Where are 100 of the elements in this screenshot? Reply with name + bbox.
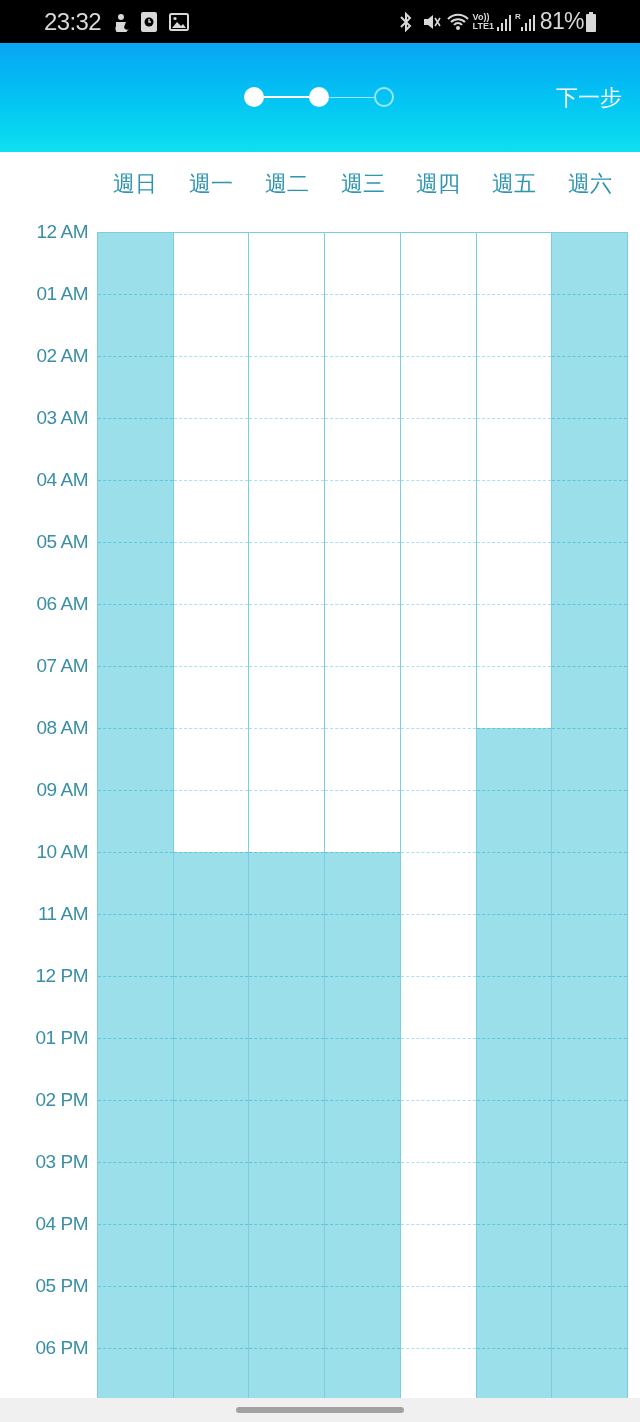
time-slot[interactable] — [98, 1100, 173, 1162]
time-slot[interactable] — [552, 604, 628, 666]
time-slot[interactable] — [173, 1162, 249, 1224]
time-slot[interactable] — [249, 1286, 325, 1348]
time-slot[interactable] — [98, 356, 173, 418]
time-slot[interactable] — [98, 852, 173, 914]
time-slot[interactable] — [476, 1224, 552, 1286]
time-slot[interactable] — [325, 1100, 400, 1162]
wifi-icon — [446, 11, 469, 32]
time-slot[interactable] — [552, 790, 628, 852]
time-slot[interactable] — [173, 852, 249, 914]
time-slot[interactable] — [552, 1286, 628, 1348]
time-slot[interactable] — [552, 480, 628, 542]
time-slot[interactable] — [476, 1348, 552, 1398]
lte-label: LTE1 — [472, 21, 494, 31]
time-slot[interactable] — [173, 1224, 249, 1286]
time-slot[interactable] — [98, 542, 173, 604]
time-slot[interactable] — [325, 914, 400, 976]
time-slot[interactable] — [552, 418, 628, 480]
time-slot[interactable] — [98, 294, 173, 356]
time-slot[interactable] — [98, 1348, 173, 1398]
time-label: 04 AM — [36, 467, 88, 492]
time-slot[interactable] — [325, 852, 400, 914]
time-label: 03 PM — [35, 1149, 88, 1174]
time-label: 06 AM — [36, 591, 88, 616]
time-slot[interactable] — [476, 1038, 552, 1100]
time-slot[interactable] — [552, 356, 628, 418]
time-slot[interactable] — [98, 914, 173, 976]
time-slot[interactable] — [98, 976, 173, 1038]
time-slot[interactable] — [249, 976, 325, 1038]
time-slot[interactable] — [476, 976, 552, 1038]
time-slot[interactable] — [552, 914, 628, 976]
time-slot[interactable] — [98, 790, 173, 852]
time-slot[interactable] — [173, 1100, 249, 1162]
time-slot[interactable] — [325, 1038, 400, 1100]
time-label: 02 AM — [36, 343, 88, 368]
bluetooth-icon — [398, 11, 413, 32]
time-slot[interactable] — [98, 1224, 173, 1286]
time-label: 02 PM — [35, 1087, 88, 1112]
time-slot[interactable] — [325, 1348, 400, 1398]
day-label: 週二 — [264, 170, 309, 198]
image-icon — [169, 12, 190, 31]
time-slot[interactable] — [98, 1038, 173, 1100]
signal-icon — [495, 12, 512, 31]
time-slot[interactable] — [249, 914, 325, 976]
battery-icon — [586, 11, 596, 32]
time-label: 09 AM — [36, 777, 88, 802]
time-slot[interactable] — [325, 976, 400, 1038]
time-slot[interactable] — [325, 1286, 400, 1348]
next-button[interactable]: 下一步 — [554, 81, 624, 114]
time-slot[interactable] — [98, 666, 173, 728]
time-slot[interactable] — [249, 1100, 325, 1162]
time-slot[interactable] — [476, 728, 552, 790]
time-slot[interactable] — [476, 852, 552, 914]
time-slot[interactable] — [173, 914, 249, 976]
time-slot[interactable] — [552, 666, 628, 728]
time-slot[interactable] — [98, 1162, 173, 1224]
time-slot[interactable] — [552, 1100, 628, 1162]
time-label: 08 AM — [36, 715, 88, 740]
time-slot[interactable] — [552, 976, 628, 1038]
time-slot[interactable] — [173, 1348, 249, 1398]
time-slot[interactable] — [552, 852, 628, 914]
time-slot[interactable] — [476, 1162, 552, 1224]
time-slot[interactable] — [249, 1162, 325, 1224]
day-label: 週一 — [188, 170, 233, 198]
time-slot[interactable] — [249, 1348, 325, 1398]
time-slot[interactable] — [552, 1348, 628, 1398]
time-slot[interactable] — [552, 1224, 628, 1286]
time-slot[interactable] — [476, 1100, 552, 1162]
time-slot[interactable] — [476, 914, 552, 976]
time-slot[interactable] — [173, 1286, 249, 1348]
time-slot[interactable] — [476, 1286, 552, 1348]
time-slot[interactable] — [173, 976, 249, 1038]
time-label: 01 PM — [35, 1025, 88, 1050]
time-slot[interactable] — [325, 1224, 400, 1286]
time-slot[interactable] — [98, 604, 173, 666]
time-slot[interactable] — [552, 1038, 628, 1100]
time-slot[interactable] — [552, 232, 628, 294]
step-connector — [264, 96, 309, 98]
time-slot[interactable] — [552, 294, 628, 356]
time-slot[interactable] — [173, 1038, 249, 1100]
volte-label: Vo)) — [472, 12, 490, 22]
time-slot[interactable] — [552, 1162, 628, 1224]
time-slot[interactable] — [325, 1162, 400, 1224]
day-label: 週六 — [568, 170, 613, 198]
time-slot[interactable] — [98, 480, 173, 542]
time-label: 10 AM — [36, 839, 88, 864]
time-slot[interactable] — [98, 728, 173, 790]
home-handle[interactable] — [236, 1407, 404, 1413]
time-slot[interactable] — [98, 1286, 173, 1348]
time-slot[interactable] — [249, 1038, 325, 1100]
time-slot[interactable] — [552, 728, 628, 790]
time-slot[interactable] — [98, 418, 173, 480]
time-slot[interactable] — [98, 232, 173, 294]
time-slot[interactable] — [552, 542, 628, 604]
time-slot[interactable] — [476, 790, 552, 852]
time-slot[interactable] — [249, 852, 325, 914]
day-label: 週四 — [416, 170, 461, 198]
clock-icon — [141, 11, 158, 32]
time-slot[interactable] — [249, 1224, 325, 1286]
